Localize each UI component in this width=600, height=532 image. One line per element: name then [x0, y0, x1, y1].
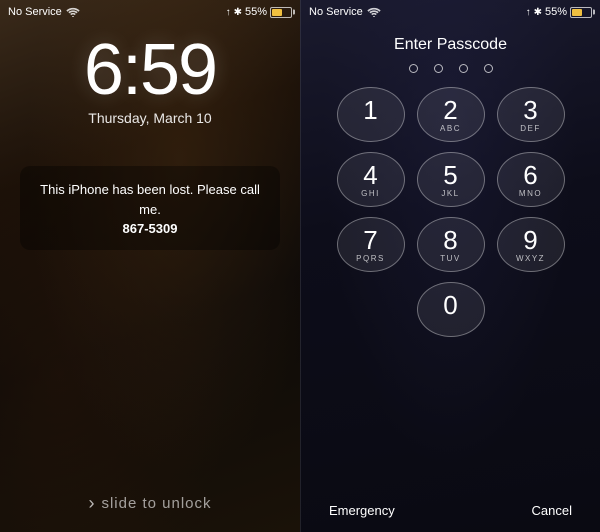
- right-wifi-icon: [367, 7, 381, 17]
- left-status-bar: No Service ↑ ✱ 55%: [0, 0, 300, 22]
- passcode-dots: [301, 64, 600, 73]
- right-bt-icon: ✱: [534, 7, 542, 18]
- left-battery-icon: [270, 7, 292, 18]
- lost-message-box: This iPhone has been lost. Please call m…: [20, 166, 280, 250]
- passcode-bottom-bar: Emergency Cancel: [301, 489, 600, 532]
- right-arrow-icon: ↑: [526, 7, 531, 18]
- left-arrow-icon: ↑: [226, 7, 231, 18]
- chevron-right-icon: ›: [88, 493, 95, 514]
- right-no-service-label: No Service: [309, 6, 363, 18]
- slide-label: slide to unlock: [101, 495, 211, 512]
- left-status-right: ↑ ✱ 55%: [226, 6, 292, 18]
- right-battery-icon: [570, 7, 592, 18]
- numpad-row-3: 7 PQRS 8 TUV 9 WXYZ: [319, 217, 582, 272]
- numpad-btn-3[interactable]: 3 DEF: [497, 87, 565, 142]
- lost-message-text: This iPhone has been lost. Please call m…: [40, 182, 260, 217]
- enter-passcode-title: Enter Passcode: [301, 36, 600, 54]
- right-status-bar: No Service ↑ ✱ 55%: [301, 0, 600, 22]
- passcode-dot-2: [434, 64, 443, 73]
- numpad-btn-6[interactable]: 6 MNO: [497, 152, 565, 207]
- numpad-row-1: 1 2 ABC 3 DEF: [319, 87, 582, 142]
- passcode-screen: No Service ↑ ✱ 55% Enter Passcode: [300, 0, 600, 532]
- cancel-button[interactable]: Cancel: [524, 499, 580, 522]
- clock-date: Thursday, March 10: [0, 110, 300, 126]
- numpad-btn-2[interactable]: 2 ABC: [417, 87, 485, 142]
- slide-to-unlock[interactable]: › slide to unlock: [0, 493, 300, 514]
- left-no-service-label: No Service: [8, 6, 62, 18]
- numpad-row-4: 0: [319, 282, 582, 337]
- numpad-btn-9[interactable]: 9 WXYZ: [497, 217, 565, 272]
- clock-time: 6:59: [0, 34, 300, 106]
- passcode-dot-3: [459, 64, 468, 73]
- numpad-btn-7[interactable]: 7 PQRS: [337, 217, 405, 272]
- left-battery-percent: 55%: [245, 6, 267, 18]
- right-status-right: ↑ ✱ 55%: [526, 6, 592, 18]
- lost-message-phone: 867-5309: [36, 221, 264, 236]
- time-display: 6:59 Thursday, March 10: [0, 34, 300, 126]
- numpad-btn-8[interactable]: 8 TUV: [417, 217, 485, 272]
- numpad-btn-5[interactable]: 5 JKL: [417, 152, 485, 207]
- left-status-left: No Service: [8, 6, 80, 18]
- numpad-row-2: 4 GHI 5 JKL 6 MNO: [319, 152, 582, 207]
- numpad: 1 2 ABC 3 DEF 4 GHI 5 JKL 6 MN: [319, 87, 582, 337]
- left-wifi-icon: [66, 7, 80, 17]
- lock-screen: No Service ↑ ✱ 55% 6:59 Thursd: [0, 0, 300, 532]
- passcode-dot-4: [484, 64, 493, 73]
- right-battery-percent: 55%: [545, 6, 567, 18]
- right-status-left: No Service: [309, 6, 381, 18]
- numpad-btn-1[interactable]: 1: [337, 87, 405, 142]
- left-bt-icon: ✱: [234, 7, 242, 18]
- emergency-button[interactable]: Emergency: [321, 499, 403, 522]
- slide-text: › slide to unlock: [0, 493, 300, 514]
- numpad-btn-4[interactable]: 4 GHI: [337, 152, 405, 207]
- numpad-btn-0[interactable]: 0: [417, 282, 485, 337]
- passcode-dot-1: [409, 64, 418, 73]
